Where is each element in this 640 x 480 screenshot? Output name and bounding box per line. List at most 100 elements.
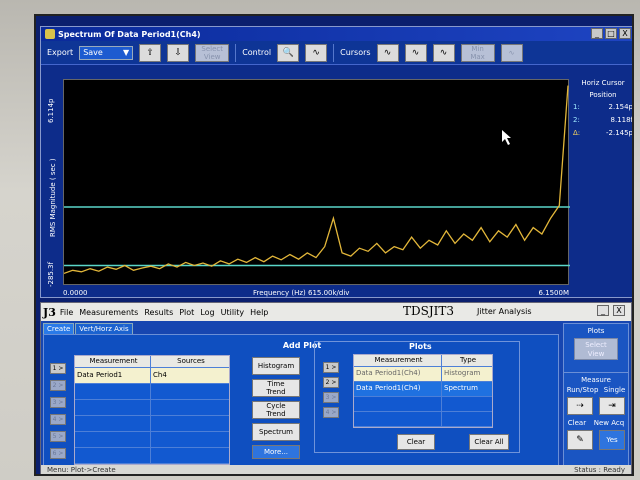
new-acq-label: New Acq (593, 419, 625, 427)
clear-measure-button[interactable]: ✎ (567, 430, 593, 450)
row-button-4[interactable]: 4 > (50, 414, 66, 425)
menu-help[interactable]: Help (250, 308, 268, 317)
waveform-control-button[interactable]: ∿ (305, 43, 328, 62)
cursor-vertical-button[interactable]: ∿ (404, 43, 427, 62)
table-cell (151, 400, 229, 415)
table-cell: Spectrum (444, 384, 478, 392)
row-button-6[interactable]: 6 > (50, 448, 66, 459)
row-button-2[interactable]: 2 > (50, 380, 66, 391)
spectrum-title: Spectrum Of Data Period1(Ch4) (58, 29, 201, 39)
position-label: Position (589, 91, 617, 99)
menu-plot[interactable]: Plot (179, 308, 194, 317)
minimize-button[interactable]: _ (591, 28, 603, 39)
measure-buttons-row-2: ✎ Yes (564, 430, 628, 450)
measurement-table: Measurement Sources Data Period1 Ch4 (74, 355, 230, 465)
cursor-extra-button[interactable]: ∿ (500, 43, 523, 62)
table-row[interactable]: Data Period1(Ch4) Spectrum (354, 382, 492, 397)
header-measurement: Measurement (75, 356, 151, 367)
run-stop-label: Run/Stop (566, 386, 599, 394)
zoom-button[interactable]: 🔍 (277, 43, 300, 62)
table-cell (151, 384, 229, 399)
run-stop-button[interactable]: ⇢ (567, 397, 593, 415)
cursor-value: -2.145p (605, 129, 633, 137)
plot-row-button-2[interactable]: 2 > (323, 377, 339, 388)
table-row[interactable] (75, 400, 229, 416)
menu-log[interactable]: Log (200, 308, 214, 317)
table-row[interactable]: Data Period1 Ch4 (75, 368, 229, 384)
cursor-horizontal-button[interactable]: ∿ (432, 43, 455, 62)
spectrum-button[interactable]: Spectrum (252, 423, 300, 441)
histogram-button[interactable]: Histogram (252, 357, 300, 375)
table-row[interactable] (75, 416, 229, 432)
control-label: Control (242, 48, 272, 57)
menu-utility[interactable]: Utility (221, 308, 245, 317)
spectrum-plot[interactable] (63, 79, 570, 285)
table-row[interactable]: Data Period1(Ch4) Histogram (354, 367, 492, 382)
table-row[interactable] (354, 397, 492, 412)
measure-labels-row: Run/Stop Single (564, 386, 628, 394)
menu-measurements[interactable]: Measurements (79, 308, 138, 317)
app-name: TDSJIT3 (403, 304, 455, 318)
cursor-row-2[interactable]: 2: 8.118f (573, 116, 632, 124)
more-button[interactable]: More... (252, 445, 300, 459)
table-row[interactable] (75, 384, 229, 400)
table-row[interactable] (75, 432, 229, 448)
export-up-button[interactable]: ⇧ (139, 43, 162, 62)
table-header: Measurement Sources (75, 356, 229, 368)
table-cell (151, 448, 229, 463)
spectrum-chart-svg (63, 85, 570, 275)
spectrum-title-bar: Spectrum Of Data Period1(Ch4) (41, 27, 632, 41)
plot-row-button-1[interactable]: 1 > (323, 362, 339, 373)
horizontal-cursor-icon: ∿ (439, 47, 448, 58)
new-acq-yes-button[interactable]: Yes (599, 430, 625, 450)
time-trend-button[interactable]: Time Trend (252, 379, 300, 397)
menu-results[interactable]: Results (144, 308, 173, 317)
export-down-button[interactable]: ⇩ (167, 43, 190, 62)
cycle-trend-button[interactable]: Cycle Trend (252, 401, 300, 419)
clear-all-button[interactable]: Clear All (469, 434, 509, 450)
runner-icon: ⇢ (576, 401, 584, 411)
app-close-button[interactable]: X (613, 305, 625, 316)
cursor-off-button[interactable]: ∿ (376, 43, 399, 62)
eraser-icon: ✎ (576, 435, 584, 445)
plot-row-button-3[interactable]: 3 > (323, 392, 339, 403)
plot-row-buttons: 1 > 2 > 3 > 4 > (323, 362, 339, 418)
spectrum-trace-line (63, 85, 569, 275)
status-menu-path: Menu: Plot->Create (47, 466, 116, 474)
table-row[interactable] (75, 448, 229, 464)
magnifier-icon: 🔍 (282, 47, 294, 58)
clear-plot-button[interactable]: Clear (397, 434, 435, 450)
table-cell (75, 416, 151, 431)
save-dropdown-value: Save (83, 48, 103, 57)
close-button[interactable]: X (619, 28, 631, 39)
table-row[interactable] (354, 412, 492, 427)
header-sources: Sources (177, 357, 205, 365)
horiz-cursor-panel: Horiz Cursor Position 1: 2.154p 2: 8.118f … (573, 79, 633, 159)
menu-file[interactable]: File (60, 308, 73, 317)
toolbar-divider (235, 43, 237, 62)
row-button-1[interactable]: 1 > (50, 363, 66, 374)
jitter-app-window: J3 File Measurements Results Plot Log Ut… (40, 302, 632, 474)
x-axis-labels: 0.0000 Frequency (Hz) 615.00k/div 6.1500… (63, 289, 569, 299)
select-view-button[interactable]: Select View (195, 43, 230, 62)
cursor-row-1[interactable]: 1: 2.154p (573, 103, 632, 111)
toolbar-divider (333, 43, 335, 62)
screen: Spectrum Of Data Period1(Ch4) _ □ X Expo… (34, 14, 634, 476)
wave-icon: ∿ (383, 47, 392, 58)
app-window-controls: _ X (597, 305, 625, 316)
table-cell (354, 412, 442, 426)
app-minimize-button[interactable]: _ (597, 305, 609, 316)
maximize-button[interactable]: □ (605, 28, 617, 39)
table-cell: Ch4 (153, 371, 167, 379)
table-cell (75, 384, 151, 399)
single-button[interactable]: ⇥ (599, 397, 625, 415)
side-select-view-button[interactable]: Select View (574, 338, 618, 360)
row-button-5[interactable]: 5 > (50, 431, 66, 442)
minmax-button[interactable]: Min Max (460, 43, 495, 62)
plot-row-button-4[interactable]: 4 > (323, 407, 339, 418)
measure-buttons-row: ⇢ ⇥ (564, 397, 628, 415)
save-dropdown[interactable]: Save ▼ (79, 45, 134, 60)
row-button-3[interactable]: 3 > (50, 397, 66, 408)
table-cell (75, 432, 151, 447)
table-cell: Histogram (444, 369, 481, 377)
